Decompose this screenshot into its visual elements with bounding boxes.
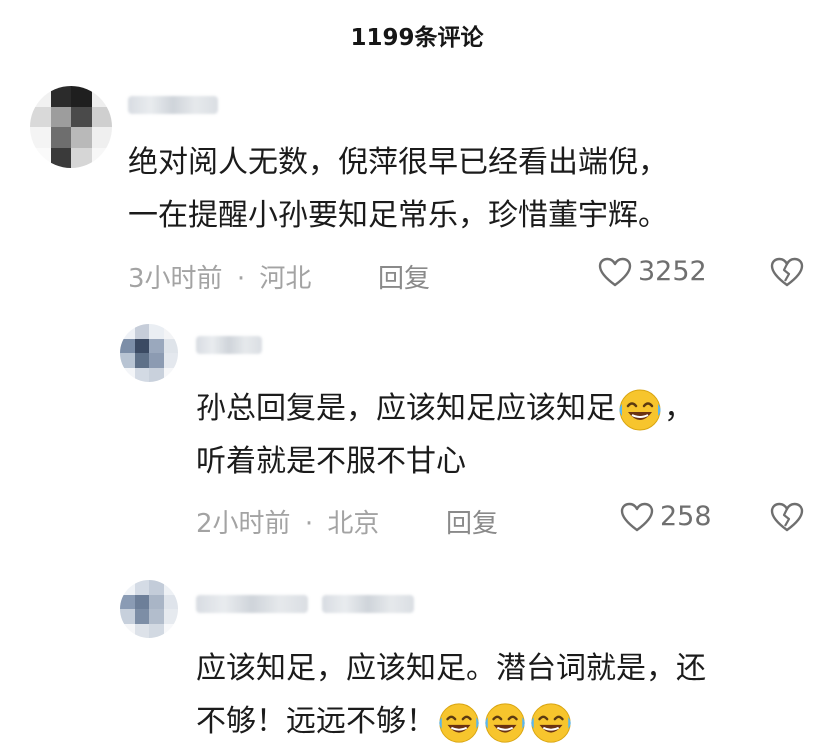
broken-heart-icon	[770, 257, 804, 287]
like-button[interactable]: 3252	[598, 256, 707, 287]
username-blurred[interactable]	[196, 595, 308, 613]
meta-separator: ·	[304, 509, 314, 539]
username-blurred[interactable]	[322, 595, 414, 613]
laughing-emoji-icon	[619, 389, 661, 430]
comment-meta: 2小时前 · 北京	[196, 503, 379, 540]
dislike-button[interactable]	[770, 257, 804, 291]
timestamp: 3小时前	[128, 264, 223, 294]
location: 河北	[259, 264, 312, 294]
timestamp: 2小时前	[196, 509, 291, 539]
like-count: 3252	[638, 256, 707, 287]
broken-heart-icon	[770, 502, 804, 532]
comment-text: 绝对阅人无数，倪萍很早已经看出端倪， 一在提醒小孙要知足常乐，珍惜董宇辉。	[128, 145, 668, 233]
location: 北京	[327, 509, 380, 539]
laughing-emoji-icon	[485, 702, 525, 743]
like-count: 258	[660, 501, 712, 532]
comment-text: 孙总回复是，应该知足应该知足 ， 听着就是不服不甘心	[196, 382, 694, 488]
comment-text: 应该知足，应该知足。潜台词就是，还 不够！远远不够！	[196, 642, 706, 748]
like-button[interactable]: 258	[620, 501, 712, 532]
comment-meta: 3小时前 · 河北	[128, 258, 311, 295]
meta-separator: ·	[236, 264, 246, 294]
reply-button[interactable]: 回复	[446, 503, 498, 540]
reply-button[interactable]: 回复	[378, 258, 430, 295]
avatar[interactable]	[120, 324, 178, 382]
heart-outline-icon	[598, 257, 632, 286]
dislike-button[interactable]	[770, 502, 804, 536]
laughing-emoji-icon	[439, 702, 479, 743]
comments-count-title: 1199条评论	[350, 25, 484, 51]
avatar[interactable]	[30, 86, 112, 168]
heart-outline-icon	[620, 502, 654, 531]
username-blurred[interactable]	[196, 336, 262, 354]
username-blurred[interactable]	[128, 96, 218, 114]
avatar[interactable]	[120, 580, 178, 638]
laughing-emoji-icon	[531, 702, 571, 743]
